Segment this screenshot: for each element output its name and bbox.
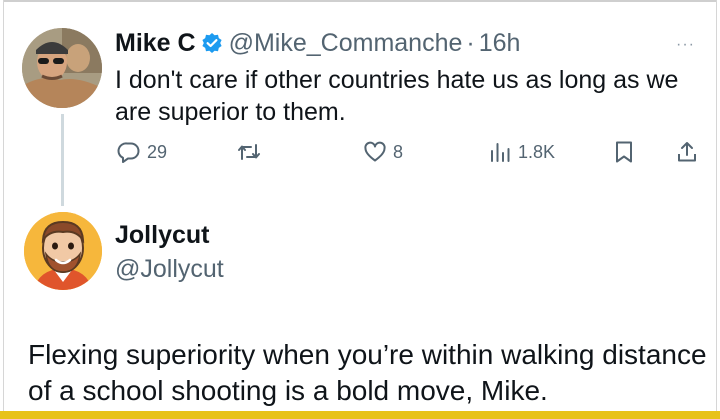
- author-handle[interactable]: @Mike_Commanche: [229, 29, 463, 58]
- reply-author-handle[interactable]: @Jollycut: [115, 255, 224, 284]
- tweet-header: Mike C @Mike_Commanche · 16h: [115, 27, 520, 59]
- reply-author-name[interactable]: Jollycut: [115, 221, 209, 250]
- share-icon: [675, 140, 699, 164]
- views-count: 1.8K: [518, 141, 556, 162]
- tweet-timestamp[interactable]: 16h: [479, 29, 521, 58]
- header-separator: ·: [466, 28, 475, 57]
- like-button[interactable]: 8: [363, 140, 403, 164]
- bookmark-icon: [613, 140, 635, 164]
- avatar-mike[interactable]: [22, 28, 102, 108]
- author-name[interactable]: Mike C: [115, 29, 196, 58]
- views-button[interactable]: 1.8K: [488, 140, 555, 164]
- reply-icon: [117, 140, 141, 164]
- tweet-text: I don't care if other countries hate us …: [115, 66, 679, 126]
- verified-badge-icon: [201, 32, 223, 54]
- like-icon: [363, 140, 387, 164]
- avatar-jollycut[interactable]: [24, 212, 102, 290]
- screenshot-frame: Mike C @Mike_Commanche · 16h ··· I don't…: [3, 0, 717, 411]
- tweet-action-bar: 29 8 1.8K: [115, 140, 705, 170]
- like-count: 8: [393, 141, 404, 162]
- share-button[interactable]: [675, 140, 699, 164]
- bottom-color-strip: [0, 411, 720, 419]
- retweet-button[interactable]: [236, 140, 262, 164]
- thread-connector-line: [61, 114, 64, 206]
- reply-button[interactable]: 29: [117, 140, 167, 164]
- views-icon: [488, 140, 512, 164]
- top-divider: [4, 0, 716, 2]
- bookmark-button[interactable]: [613, 140, 635, 164]
- retweet-icon: [236, 140, 262, 164]
- reply-count: 29: [147, 141, 168, 162]
- more-options-icon[interactable]: ···: [676, 36, 695, 54]
- reply-text: Flexing superiority when you’re within w…: [28, 339, 707, 406]
